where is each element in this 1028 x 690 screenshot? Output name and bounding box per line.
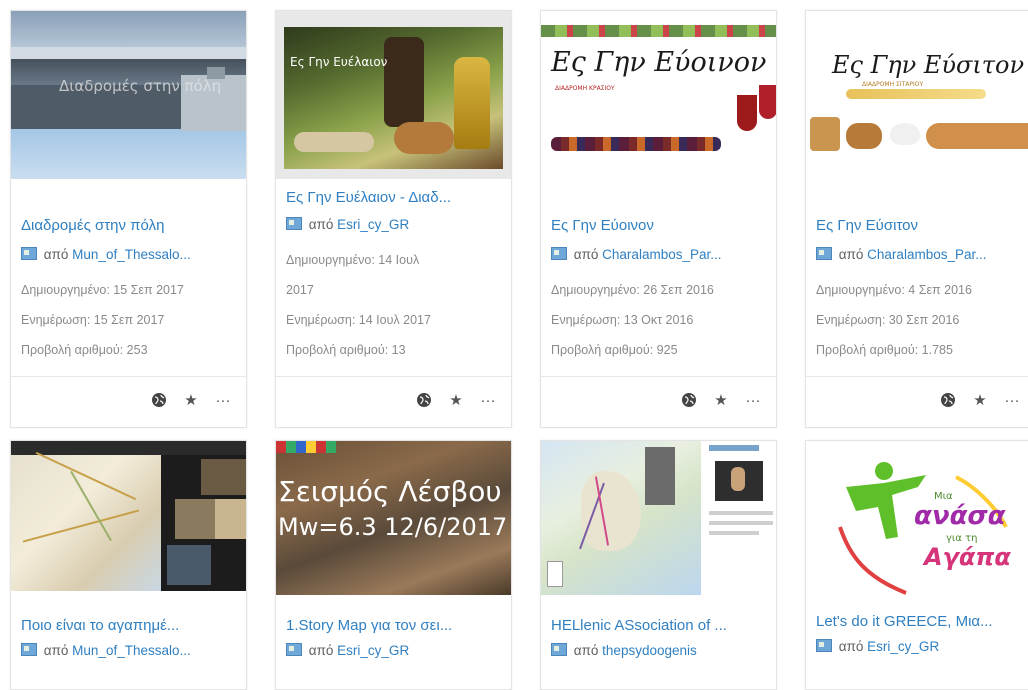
owner-link[interactable]: Esri_cy_GR [337, 643, 409, 658]
created-date: Δημιουργημένο: 26 Σεπ 2016 [551, 283, 714, 297]
card-title[interactable]: Ες Γην Εύοινον [551, 217, 768, 234]
web-mapping-app-icon [286, 643, 302, 656]
by-label: από [308, 643, 334, 658]
thumbnail-title: Ες Γην Εύσιτον [832, 51, 1025, 79]
more-options-icon[interactable]: ··· [214, 391, 232, 409]
view-count: Προβολή αριθμού: 925 [551, 343, 678, 357]
map-card[interactable]: Ες Γην Ευέλαιον Ες Γην Ευέλαιον - Διαδ..… [275, 10, 512, 428]
map-card[interactable]: HELlenic ASsociation of ... από thepsydo… [540, 440, 777, 690]
card-title[interactable]: 1.Story Map για τον σει... [286, 617, 503, 634]
card-meta: Δημιουργημένο: 4 Σεπ 2016 Ενημέρωση: 30 … [816, 275, 1028, 365]
card-footer: ★ ··· [276, 376, 511, 427]
created-date: Δημιουργημένο: 14 Ιουλ [286, 253, 420, 267]
card-owner: από Mun_of_Thessalo... [21, 247, 238, 262]
card-title[interactable]: Let's do it GREECE, Μια... [816, 613, 1028, 630]
owner-link[interactable]: Mun_of_Thessalo... [72, 247, 191, 262]
star-icon[interactable]: ★ [712, 391, 730, 409]
map-card[interactable]: Ποιο είναι το αγαπημέ... από Mun_of_Thes… [10, 440, 247, 690]
card-title[interactable]: Ες Γην Ευέλαιον - Διαδ... [286, 189, 503, 206]
globe-icon[interactable] [680, 391, 698, 409]
view-count: Προβολή αριθμού: 13 [286, 343, 406, 357]
card-title[interactable]: Ποιο είναι το αγαπημέ... [21, 617, 238, 634]
card-meta: Δημιουργημένο: 15 Σεπ 2017 Ενημέρωση: 15… [21, 275, 238, 365]
updated-date: Ενημέρωση: 15 Σεπ 2017 [21, 313, 165, 327]
globe-icon[interactable] [150, 391, 168, 409]
logo-text-line4: Αγάπα [924, 543, 1011, 571]
card-thumbnail[interactable]: Σεισμός Λέσβου Mw=6.3 12/6/2017 [276, 441, 511, 595]
card-meta: Δημιουργημένο: 14 Ιουλ 2017 Ενημέρωση: 1… [286, 245, 503, 365]
card-footer: ★ ··· [11, 376, 246, 427]
map-card[interactable]: Σεισμός Λέσβου Mw=6.3 12/6/2017 1.Story … [275, 440, 512, 690]
star-icon[interactable]: ★ [447, 391, 465, 409]
logo-text-line2: ανάσα [914, 501, 1006, 531]
thumbnail-subheadline: Mw=6.3 12/6/2017 [278, 513, 508, 541]
thumbnail-headline: Σεισμός Λέσβου [278, 475, 502, 508]
map-card[interactable]: Διαδρομές στην πόλη Διαδρομές στην πόλη … [10, 10, 247, 428]
web-mapping-app-icon [816, 247, 832, 260]
card-thumbnail[interactable]: Ες Γην Εύσιτον ΔΙΑΔΡΟΜΗ ΣΙΤΑΡΙΟΥ [806, 11, 1028, 179]
owner-link[interactable]: Charalambos_Par... [602, 247, 721, 262]
card-title[interactable]: HELlenic ASsociation of ... [551, 617, 768, 634]
thumbnail-subtitle: ΔΙΑΔΡΟΜΗ ΣΙΤΑΡΙΟΥ [862, 81, 924, 88]
map-card[interactable]: Ες Γην Εύσιτον ΔΙΑΔΡΟΜΗ ΣΙΤΑΡΙΟΥ Ες Γην … [805, 10, 1028, 428]
card-owner: από Esri_cy_GR [286, 643, 503, 658]
star-icon[interactable]: ★ [182, 391, 200, 409]
globe-icon[interactable] [939, 391, 957, 409]
by-label: από [838, 639, 864, 654]
owner-link[interactable]: Mun_of_Thessalo... [72, 643, 191, 658]
owner-link[interactable]: Charalambos_Par... [867, 247, 986, 262]
web-mapping-app-icon [21, 247, 37, 260]
by-label: από [43, 643, 69, 658]
more-options-icon[interactable]: ··· [744, 391, 762, 409]
by-label: από [43, 247, 69, 262]
thumbnail-caption: Ες Γην Ευέλαιον [290, 55, 388, 69]
created-date: Δημιουργημένο: 15 Σεπ 2017 [21, 283, 184, 297]
updated-date: Ενημέρωση: 14 Ιουλ 2017 [286, 313, 431, 327]
more-options-icon[interactable]: ··· [479, 391, 497, 409]
card-owner: από Charalambos_Par... [816, 247, 1028, 262]
card-thumbnail[interactable] [541, 441, 776, 595]
map-card[interactable]: Μια ανάσα για τη Αγάπα Let's do it GREEC… [805, 440, 1028, 690]
card-owner: από Esri_cy_GR [286, 217, 503, 232]
card-thumbnail[interactable]: Ες Γην Ευέλαιον [276, 11, 511, 179]
map-card[interactable]: Ες Γην Εύοινον ΔΙΑΔΡΟΜΗ ΚΡΑΣΙΟΥ Ες Γην Ε… [540, 10, 777, 428]
owner-link[interactable]: Esri_cy_GR [867, 639, 939, 654]
card-title[interactable]: Ες Γην Εύσιτον [816, 217, 1028, 234]
updated-date: Ενημέρωση: 13 Οκτ 2016 [551, 313, 694, 327]
card-footer: ★ ··· [541, 376, 776, 427]
web-mapping-app-icon [551, 643, 567, 656]
created-date: Δημιουργημένο: 4 Σεπ 2016 [816, 283, 972, 297]
thumbnail-title: Ες Γην Εύοινον [551, 47, 767, 78]
card-thumbnail[interactable] [11, 441, 246, 591]
by-label: από [838, 247, 864, 262]
card-thumbnail[interactable]: Μια ανάσα για τη Αγάπα [806, 441, 1028, 601]
card-meta: Δημιουργημένο: 26 Σεπ 2016 Ενημέρωση: 13… [551, 275, 768, 365]
globe-icon[interactable] [415, 391, 433, 409]
owner-link[interactable]: Esri_cy_GR [337, 217, 409, 232]
card-owner: από thepsydoogenis [551, 643, 768, 658]
card-owner: από Esri_cy_GR [816, 639, 1028, 654]
web-mapping-app-icon [551, 247, 567, 260]
owner-link[interactable]: thepsydoogenis [602, 643, 697, 658]
view-count: Προβολή αριθμού: 1.785 [816, 343, 953, 357]
by-label: από [573, 643, 599, 658]
card-title[interactable]: Διαδρομές στην πόλη [21, 217, 238, 234]
thumbnail-caption: Διαδρομές στην πόλη [59, 77, 222, 95]
web-mapping-app-icon [21, 643, 37, 656]
by-label: από [573, 247, 599, 262]
card-thumbnail[interactable]: Διαδρομές στην πόλη [11, 11, 246, 179]
view-count: Προβολή αριθμού: 253 [21, 343, 148, 357]
card-footer: ★ ··· [806, 376, 1028, 427]
web-mapping-app-icon [286, 217, 302, 230]
card-thumbnail[interactable]: Ες Γην Εύοινον ΔΙΑΔΡΟΜΗ ΚΡΑΣΙΟΥ [541, 11, 776, 179]
created-date-continued: 2017 [286, 283, 314, 297]
card-owner: από Charalambos_Par... [551, 247, 768, 262]
web-mapping-app-icon [816, 639, 832, 652]
card-owner: από Mun_of_Thessalo... [21, 643, 238, 658]
updated-date: Ενημέρωση: 30 Σεπ 2016 [816, 313, 960, 327]
star-icon[interactable]: ★ [971, 391, 989, 409]
thumbnail-subtitle: ΔΙΑΔΡΟΜΗ ΚΡΑΣΙΟΥ [555, 85, 615, 92]
by-label: από [308, 217, 334, 232]
more-options-icon[interactable]: ··· [1003, 391, 1021, 409]
